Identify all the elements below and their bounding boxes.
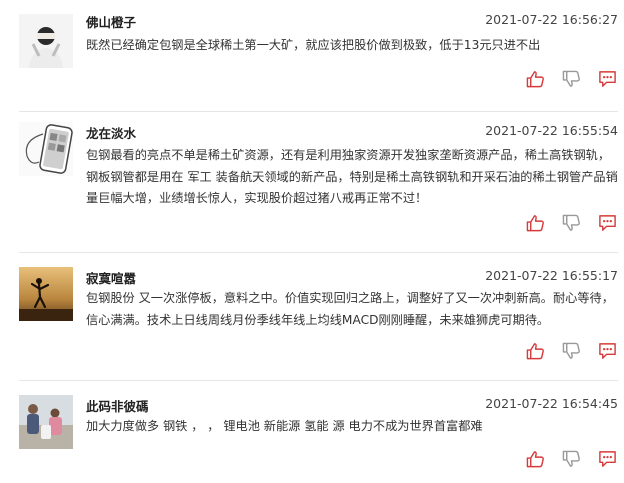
comment-text: 既然已经确定包钢是全球稀土第一大矿，就应该把股价做到极致，低于13元只进不出: [86, 38, 541, 52]
like-icon[interactable]: [526, 342, 545, 360]
action-bar: [526, 341, 617, 361]
username[interactable]: 佛山橙子: [86, 12, 136, 31]
timestamp: 2021-07-22 16:54:45: [485, 396, 618, 411]
timestamp: 2021-07-22 16:56:27: [485, 12, 618, 27]
divider: [19, 252, 618, 253]
comment-text: 包钢股份 又一次涨停板，意料之中。价值实现回归之路上，调整好了又一次冲刺新高。耐…: [86, 291, 614, 327]
comment-text: 加大力度做多 钢铁 ， ， 锂电池 新能源 氢能 源 电力不成为世界首富都难: [86, 419, 483, 433]
comment-icon[interactable]: [598, 450, 617, 468]
action-bar: [526, 213, 617, 233]
timestamp: 2021-07-22 16:55:54: [485, 123, 618, 138]
comment-icon[interactable]: [598, 342, 617, 360]
like-icon[interactable]: [526, 450, 545, 468]
avatar[interactable]: [19, 14, 73, 68]
dislike-icon[interactable]: [562, 70, 581, 88]
divider: [19, 111, 618, 112]
avatar[interactable]: [19, 395, 73, 449]
divider: [19, 380, 618, 381]
dislike-icon[interactable]: [562, 342, 581, 360]
dislike-icon[interactable]: [562, 450, 581, 468]
username[interactable]: 此码非彼碼: [86, 396, 149, 415]
action-bar: [526, 449, 617, 469]
comment-icon[interactable]: [598, 70, 617, 88]
avatar[interactable]: [19, 267, 73, 321]
like-icon[interactable]: [526, 214, 545, 232]
username[interactable]: 寂寞喧嚣: [86, 268, 136, 287]
timestamp: 2021-07-22 16:55:17: [485, 268, 618, 283]
username[interactable]: 龙在淡水: [86, 123, 136, 142]
comment-icon[interactable]: [598, 214, 617, 232]
comment-text: 包钢最看的亮点不单是稀土矿资源，还有是利用独家资源开发独家垄断资源产品，稀土高铁…: [86, 148, 618, 205]
avatar[interactable]: [19, 122, 73, 176]
action-bar: [526, 69, 617, 89]
dislike-icon[interactable]: [562, 214, 581, 232]
like-icon[interactable]: [526, 70, 545, 88]
